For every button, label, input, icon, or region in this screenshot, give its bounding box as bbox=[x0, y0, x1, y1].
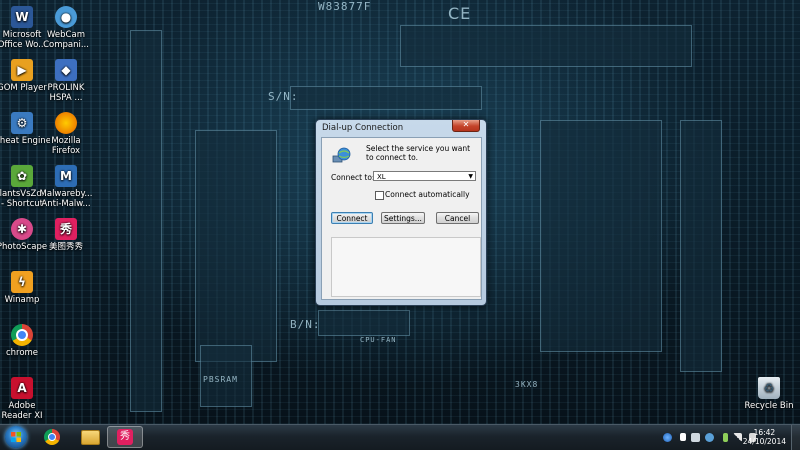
recycle-bin-icon: ♻ bbox=[758, 377, 780, 399]
wallpaper-label: B/N: bbox=[290, 318, 321, 331]
wallpaper-connector bbox=[400, 25, 692, 67]
wallpaper-chip bbox=[195, 130, 277, 362]
desktop-icon-meitu[interactable]: 秀 美图秀秀 bbox=[38, 218, 94, 252]
adobe-reader-icon: A bbox=[11, 377, 33, 399]
wallpaper-label: W83877F bbox=[318, 0, 372, 13]
wallpaper-header-bottom bbox=[318, 310, 410, 336]
settings-button[interactable]: Settings... bbox=[381, 212, 425, 224]
dialup-connection-dialog: Dial-up Connection ✕ Select the service … bbox=[315, 119, 487, 306]
desktop-icon-label: Recycle Bin bbox=[744, 401, 794, 411]
cancel-button[interactable]: Cancel bbox=[436, 212, 479, 224]
gom-player-icon: ▶ bbox=[11, 59, 33, 81]
connect-to-label: Connect to: bbox=[331, 173, 375, 182]
desktop-icon-winamp[interactable]: ϟ Winamp bbox=[0, 271, 50, 305]
wallpaper-header bbox=[290, 86, 482, 110]
connect-to-value: XL bbox=[377, 173, 386, 181]
wallpaper-ram-slots bbox=[540, 120, 662, 352]
connect-button[interactable]: Connect bbox=[331, 212, 373, 224]
desktop-icon-prolink[interactable]: ◆ PROLINK HSPA ... bbox=[38, 59, 94, 103]
photoscape-icon: ✱ bbox=[11, 218, 33, 240]
desktop-icon-label: 美图秀秀 bbox=[48, 242, 83, 252]
desktop-icon-label: Winamp bbox=[4, 295, 40, 305]
chevron-down-icon: ▼ bbox=[468, 173, 473, 180]
close-icon: ✕ bbox=[462, 120, 470, 129]
word-icon: W bbox=[11, 6, 33, 28]
meitu-icon: 秀 bbox=[55, 218, 77, 240]
network-globe-icon bbox=[332, 147, 351, 163]
dialog-title: Dial-up Connection bbox=[322, 123, 404, 133]
firefox-icon bbox=[55, 112, 77, 134]
desktop-icon-label: Adobe Reader XI bbox=[1, 401, 43, 421]
taskbar-chrome-button[interactable] bbox=[34, 426, 70, 448]
chrome-icon bbox=[44, 429, 60, 445]
desktop-icon-label: PROLINK HSPA ... bbox=[47, 83, 85, 103]
windows-logo-icon bbox=[11, 432, 21, 442]
webcam-icon: ● bbox=[55, 6, 77, 28]
desktop-icon-label: WebCam Compani... bbox=[43, 30, 89, 50]
app-icon[interactable] bbox=[691, 433, 700, 442]
clock-time: 16:42 bbox=[753, 428, 776, 437]
dialog-body: Select the service you want to connect t… bbox=[321, 137, 482, 300]
camera-icon[interactable] bbox=[705, 433, 714, 442]
network-globe-icon[interactable] bbox=[663, 433, 672, 442]
desktop-icon-recycle-bin[interactable]: ♻ Recycle Bin bbox=[741, 377, 797, 411]
clock-date: 24/10/2014 bbox=[742, 437, 786, 446]
connect-automatically-label[interactable]: Connect automatically bbox=[385, 190, 470, 199]
wallpaper-label: PBSRAM bbox=[203, 375, 238, 384]
status-area bbox=[331, 237, 481, 297]
connect-automatically-checkbox[interactable] bbox=[375, 191, 384, 200]
malwarebytes-icon: M bbox=[55, 165, 77, 187]
battery-icon[interactable] bbox=[723, 433, 728, 442]
taskbar: 秀 16:42 24/10/2014 bbox=[0, 424, 800, 450]
desktop-icon-chrome[interactable]: chrome bbox=[0, 324, 50, 358]
wallpaper-label: S/N: bbox=[268, 90, 299, 103]
winamp-icon: ϟ bbox=[11, 271, 33, 293]
start-button[interactable] bbox=[5, 426, 27, 448]
taskbar-meitu-button[interactable]: 秀 bbox=[107, 426, 143, 448]
close-button[interactable]: ✕ bbox=[452, 120, 480, 132]
desktop-icon-malwarebytes[interactable]: M Malwareby... Anti-Malw... bbox=[38, 165, 94, 209]
taskbar-file-explorer-button[interactable] bbox=[72, 426, 108, 448]
file-explorer-icon bbox=[80, 429, 100, 445]
desktop-icon-label: chrome bbox=[5, 348, 39, 358]
show-desktop-button[interactable] bbox=[791, 425, 800, 450]
prolink-icon: ◆ bbox=[55, 59, 77, 81]
desktop-icon-webcam[interactable]: ● WebCam Compani... bbox=[38, 6, 94, 50]
desktop-icon-firefox[interactable]: Mozilla Firefox bbox=[38, 112, 94, 156]
desktop-icon-label: Mozilla Firefox bbox=[51, 136, 81, 156]
wallpaper-label: 3KX8 bbox=[515, 380, 539, 389]
meitu-icon: 秀 bbox=[117, 429, 133, 445]
system-clock[interactable]: 16:42 24/10/2014 bbox=[743, 428, 786, 446]
wallpaper-slot bbox=[680, 120, 722, 372]
desktop-icon-adobe-reader[interactable]: A Adobe Reader XI bbox=[0, 377, 50, 421]
flag-icon[interactable] bbox=[680, 433, 686, 441]
ce-mark: CE bbox=[448, 4, 472, 23]
plants-vs-zombies-icon: ✿ bbox=[11, 165, 33, 187]
dialog-prompt: Select the service you want to connect t… bbox=[366, 144, 471, 162]
wallpaper-label: CPU-FAN bbox=[360, 336, 397, 344]
signal-icon[interactable] bbox=[733, 433, 742, 442]
desktop-icon-label: Malwareby... Anti-Malw... bbox=[39, 189, 93, 209]
cheat-engine-icon: ⚙ bbox=[11, 112, 33, 134]
chrome-icon bbox=[11, 324, 33, 346]
wallpaper-pci-slot bbox=[130, 30, 162, 412]
connect-to-dropdown[interactable]: XL ▼ bbox=[373, 171, 476, 181]
